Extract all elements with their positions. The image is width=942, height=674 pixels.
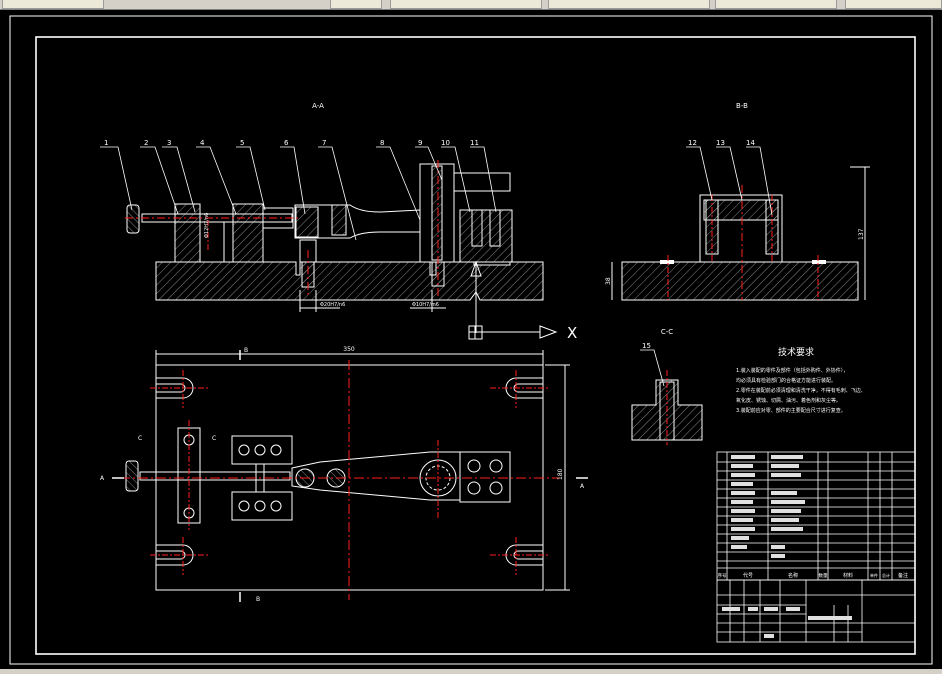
view-label-cc: C-C (661, 328, 673, 336)
toolbar-tab-1[interactable] (2, 0, 104, 9)
inner-frame (35, 36, 916, 655)
part-number-4: 4 (200, 139, 205, 147)
dim-plan-width: 180 (557, 468, 564, 480)
bom-row-fills (722, 455, 852, 638)
bom-header-remark: 备注 (898, 572, 908, 579)
part-number-5: 5 (240, 139, 244, 147)
bom-header-name: 名称 (788, 572, 798, 579)
bom-header-qty: 数量 (819, 572, 828, 579)
mark-a-right: A (580, 483, 585, 490)
part-number-7: 7 (322, 139, 326, 147)
bom-header-code: 代号 (743, 572, 753, 579)
tech-req-line-5: 3.装配前应对零、部件的主要配合尺寸进行复查。 (736, 407, 846, 414)
status-bar (0, 669, 942, 674)
part-number-12: 12 (688, 139, 697, 147)
part-number-3: 3 (167, 139, 171, 147)
section-bb-view (611, 166, 870, 301)
mark-c-right: C (212, 435, 216, 442)
part-number-15: 15 (642, 342, 651, 350)
mark-b-bottom: B (256, 596, 260, 603)
tech-req-line-2: 均必须具有检验部门的合格证方能进行装配。 (736, 377, 836, 384)
bom-header-unit: 单件 (870, 572, 878, 578)
plan-view (112, 350, 588, 602)
mark-c-left: C (138, 435, 142, 442)
tech-req-line-1: 1.装入装配的零件及部件（包括外购件、外协件）， (736, 367, 848, 374)
bom-header-no: 序号 (718, 572, 727, 579)
tech-req-title: 技术要求 (778, 346, 814, 358)
part-number-9: 9 (418, 139, 422, 147)
toolbar-tab-5[interactable] (715, 0, 837, 9)
toolbar-tab-6[interactable] (845, 0, 942, 9)
view-label-aa: A-A (312, 102, 324, 110)
view-label-bb: B-B (736, 102, 748, 110)
mark-a-left: A (100, 475, 105, 482)
fit-dim-3: Φ10H7/m6 (412, 302, 439, 308)
part-number-1: 1 (104, 139, 108, 147)
part-number-2: 2 (144, 139, 148, 147)
section-cc-view (631, 349, 703, 445)
tech-req-line-4: 氧化皮、锈蚀、切屑、油污、着色剂和灰尘等。 (736, 397, 841, 404)
toolbar-tab-4[interactable] (548, 0, 710, 9)
bom-header-total: 总计 (882, 572, 890, 578)
drawing-canvas[interactable]: A-A 1 2 3 4 5 6 7 8 9 10 11 Φ12H7/n6 Φ20… (0, 9, 942, 669)
dim-overall-length: 350 (343, 346, 355, 353)
x-axis-label: X (567, 324, 577, 342)
bom-header-material: 材料 (843, 572, 853, 579)
dim-height-side: 137 (858, 228, 865, 240)
part-number-13: 13 (716, 139, 725, 147)
part-number-8: 8 (380, 139, 384, 147)
fit-dim-1: Φ12H7/n6 (204, 213, 210, 238)
dim-base-thickness: 38 (605, 277, 612, 285)
mark-b-top: B (244, 347, 248, 354)
toolbar-tab-3[interactable] (390, 0, 542, 9)
tech-req-line-3: 2.零件在装配前必须清理和清洗干净，不得有毛刺、飞边、 (736, 387, 866, 394)
part-number-6: 6 (284, 139, 289, 147)
part-number-11: 11 (470, 139, 479, 147)
part-number-14: 14 (746, 139, 755, 147)
fit-dim-2: Φ20H7/n6 (320, 302, 345, 308)
part-number-10: 10 (441, 139, 450, 147)
toolbar-tab-2[interactable] (330, 0, 382, 9)
outer-frame (9, 15, 933, 665)
